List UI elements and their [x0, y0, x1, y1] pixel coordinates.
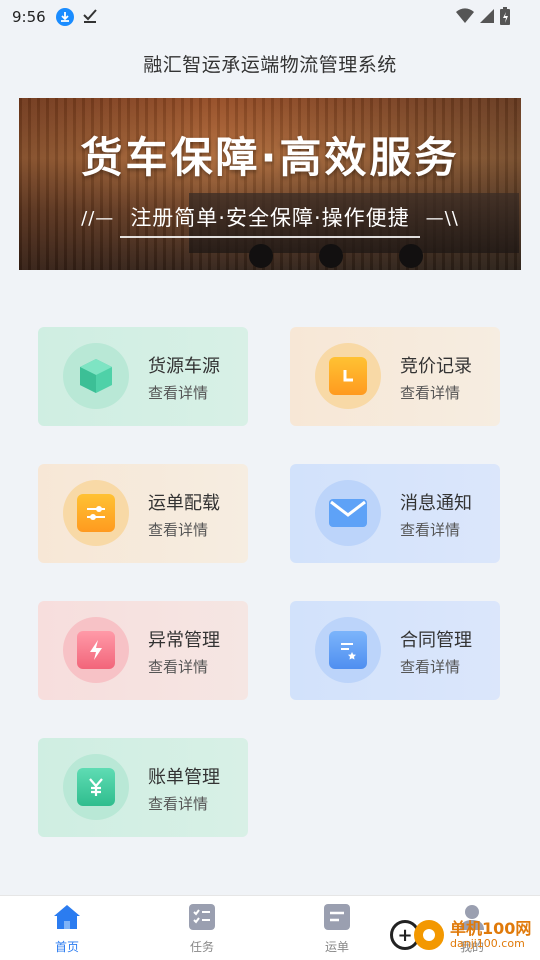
card-exception-management[interactable]: 异常管理 查看详情 — [38, 601, 248, 700]
task-list-icon — [189, 904, 215, 934]
card-title: 运单配载 — [148, 493, 220, 514]
card-notifications[interactable]: 消息通知 查看详情 — [290, 464, 500, 563]
watermark-dot-icon — [414, 920, 444, 950]
battery-icon — [500, 7, 510, 29]
status-time: 9:56 — [12, 8, 46, 26]
download-icon — [55, 8, 74, 26]
sliders-icon — [63, 480, 129, 546]
yen-icon — [63, 754, 129, 820]
nav-label: 任务 — [189, 940, 214, 954]
card-title: 竞价记录 — [400, 356, 472, 377]
card-subtitle: 查看详情 — [148, 521, 209, 539]
banner-subline: 注册简单·安全保障·操作便捷 — [120, 198, 420, 238]
wifi-icon — [456, 8, 474, 28]
banner-right-deco: —\\ — [425, 207, 459, 229]
banner-wheel — [249, 244, 273, 268]
watermark-line2: danji100.com — [450, 936, 525, 950]
banner-left-deco: //— — [81, 207, 115, 229]
card-title: 账单管理 — [148, 767, 220, 788]
home-icon — [53, 904, 81, 934]
banner-headline: 货车保障·高效服务 — [80, 133, 460, 182]
card-title: 消息通知 — [400, 493, 472, 514]
card-title: 合同管理 — [400, 630, 472, 651]
nav-item-waybill[interactable]: 运单 — [297, 904, 377, 955]
card-subtitle: 查看详情 — [400, 521, 461, 539]
check-icon — [82, 7, 98, 27]
nav-item-tasks[interactable]: 任务 — [162, 904, 242, 955]
status-right — [456, 7, 510, 29]
cube-icon — [63, 343, 129, 409]
watermark-line1: 单机100网 — [450, 919, 532, 939]
card-subtitle: 查看详情 — [400, 658, 461, 676]
nav-label: 运单 — [324, 940, 349, 954]
clock-icon — [315, 343, 381, 409]
waybill-icon — [324, 904, 350, 934]
watermark-text: 单机100网 danji100.com — [450, 920, 531, 950]
watermark-logo: + 单机100网 danji100.com — [390, 913, 540, 957]
page-title: 融汇智运承运端物流管理系统 — [143, 54, 397, 76]
nav-label: 首页 — [54, 940, 79, 954]
card-subtitle: 查看详情 — [400, 384, 461, 402]
card-cargo-vehicle[interactable]: 货源车源 查看详情 — [38, 327, 248, 426]
banner-wheel — [399, 244, 423, 268]
lightning-icon — [63, 617, 129, 683]
card-waybill-loading[interactable]: 运单配载 查看详情 — [38, 464, 248, 563]
card-bill-management[interactable]: 账单管理 查看详情 — [38, 738, 248, 837]
banner-subline-row: //— 注册简单·安全保障·操作便捷 —\\ — [55, 198, 485, 238]
promo-banner[interactable]: 货车保障·高效服务 //— 注册简单·安全保障·操作便捷 —\\ — [19, 98, 521, 270]
card-title: 货源车源 — [148, 356, 220, 377]
card-subtitle: 查看详情 — [148, 658, 209, 676]
banner-wheel — [319, 244, 343, 268]
document-star-icon — [315, 617, 381, 683]
card-contract-management[interactable]: 合同管理 查看详情 — [290, 601, 500, 700]
status-bar: 9:56 — [0, 0, 540, 34]
card-bid-records[interactable]: 竞价记录 查看详情 — [290, 327, 500, 426]
nav-item-home[interactable]: 首页 — [27, 904, 107, 955]
signal-icon — [479, 8, 495, 28]
card-subtitle: 查看详情 — [148, 795, 209, 813]
card-title: 异常管理 — [148, 630, 220, 651]
card-subtitle: 查看详情 — [148, 384, 209, 402]
mail-icon — [315, 480, 381, 546]
